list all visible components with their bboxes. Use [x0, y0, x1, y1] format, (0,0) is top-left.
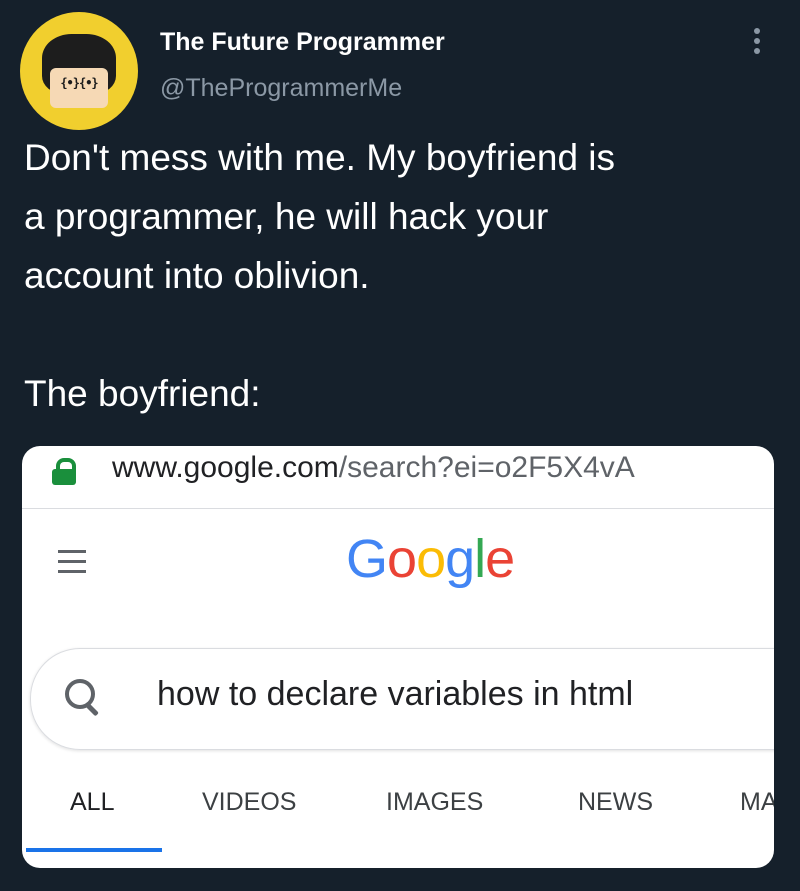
google-logo: Google — [346, 529, 515, 589]
tweet-line: Don't mess with me. My boyfriend is — [24, 137, 616, 178]
search-query: how to declare variables in html — [157, 675, 634, 713]
search-icon — [65, 679, 101, 717]
tweet-line: The boyfriend: — [24, 373, 261, 414]
author-handle[interactable]: @TheProgrammerMe — [160, 74, 402, 103]
tab-news: NEWS — [578, 788, 653, 816]
lock-icon — [52, 458, 76, 485]
tweet-line: account into oblivion. — [24, 255, 370, 296]
tab-all: ALL — [70, 788, 115, 816]
tweet-line: a programmer, he will hack your — [24, 196, 549, 237]
hamburger-menu-icon — [58, 550, 86, 576]
search-box: how to declare variables in html — [30, 648, 774, 750]
tab-images: IMAGES — [386, 788, 484, 816]
attached-screenshot[interactable]: www.google.com/search?ei=o2F5X4vA Google… — [22, 446, 774, 868]
search-tabs: ALL VIDEOS IMAGES NEWS MA — [22, 780, 774, 852]
tab-videos: VIDEOS — [202, 788, 297, 816]
active-tab-indicator — [26, 848, 162, 852]
tweet-text: Don't mess with me. My boyfriend is a pr… — [24, 128, 784, 423]
browser-url-bar: www.google.com/search?ei=o2F5X4vA — [22, 446, 774, 509]
tweet-avatar[interactable]: {•}{•} — [20, 12, 138, 130]
author-name[interactable]: The Future Programmer — [160, 28, 445, 57]
avatar-glasses: {•}{•} — [60, 76, 98, 90]
tab-maps: MA — [740, 788, 774, 816]
url-text: www.google.com/search?ei=o2F5X4vA — [112, 451, 635, 484]
more-options-icon[interactable] — [750, 28, 764, 58]
